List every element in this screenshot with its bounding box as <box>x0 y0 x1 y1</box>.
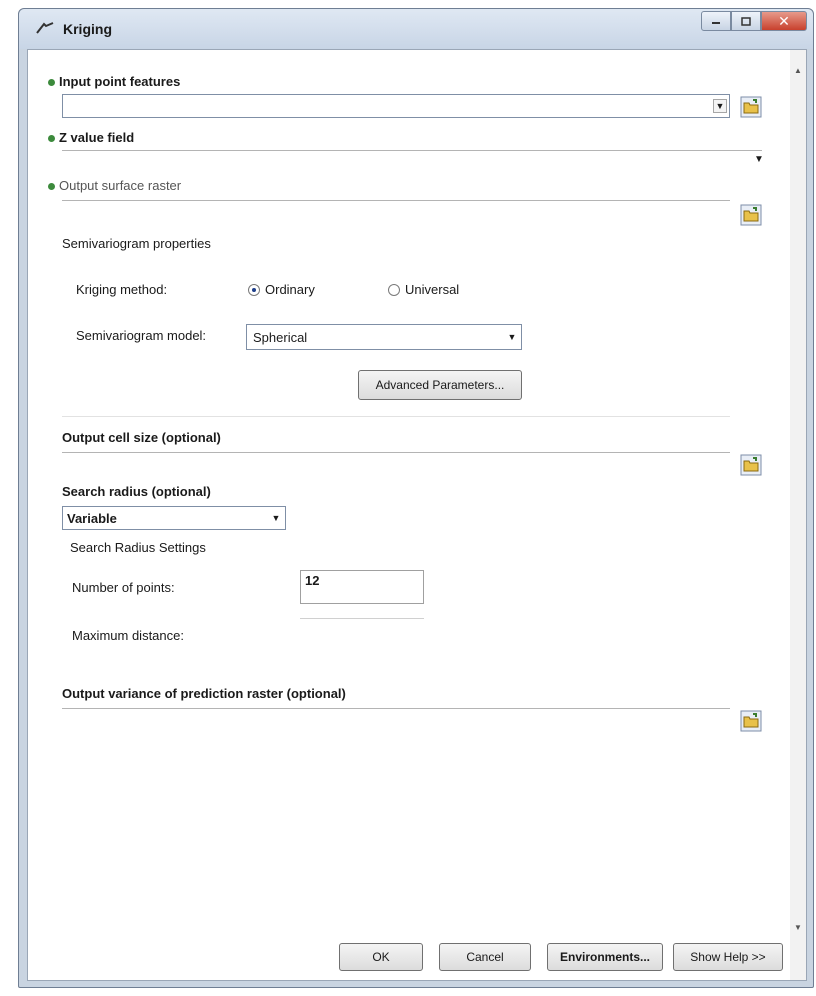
number-of-points-input[interactable]: 12 <box>300 570 424 604</box>
kriging-method-label: Kriging method: <box>76 282 168 297</box>
ordinary-radio-label[interactable]: Ordinary <box>265 282 315 297</box>
window-title: Kriging <box>63 21 112 37</box>
folder-icon[interactable] <box>740 96 762 118</box>
output-surface-raster-label: Output surface raster <box>48 178 181 193</box>
ok-button[interactable]: OK <box>339 943 423 971</box>
output-cell-size-label: Output cell size (optional) <box>62 430 221 445</box>
dialog-content: ▲ ▼ Input point features ▼ Z value field… <box>27 49 807 981</box>
ordinary-radio[interactable] <box>248 284 260 296</box>
folder-icon[interactable] <box>740 454 762 476</box>
close-icon: ✕ <box>778 12 790 29</box>
input-point-features-combo[interactable]: ▼ <box>62 94 730 118</box>
output-variance-label: Output variance of prediction raster (op… <box>62 686 346 701</box>
required-bullet-icon <box>48 183 55 191</box>
minimize-button[interactable] <box>701 11 731 31</box>
required-bullet-icon <box>48 79 55 87</box>
folder-icon[interactable] <box>740 710 762 732</box>
search-radius-select[interactable]: Variable ▼ <box>62 506 286 530</box>
scroll-down-icon[interactable]: ▼ <box>794 923 802 932</box>
title-bar[interactable]: Kriging ✕ <box>19 9 813 49</box>
minimize-icon <box>712 22 720 24</box>
close-button[interactable]: ✕ <box>761 11 807 31</box>
folder-icon[interactable] <box>740 204 762 226</box>
scroll-up-icon[interactable]: ▲ <box>794 66 802 75</box>
show-help-button[interactable]: Show Help >> <box>673 943 783 971</box>
semivariogram-section-label: Semivariogram properties <box>62 236 211 251</box>
cancel-button[interactable]: Cancel <box>439 943 531 971</box>
advanced-parameters-button[interactable]: Advanced Parameters... <box>358 370 522 400</box>
universal-radio[interactable] <box>388 284 400 296</box>
number-of-points-label: Number of points: <box>72 580 175 595</box>
window-icon <box>36 22 54 34</box>
semivariogram-model-select[interactable]: Spherical ▼ <box>246 324 522 350</box>
dropdown-arrow-icon[interactable]: ▼ <box>505 330 519 344</box>
universal-radio-label[interactable]: Universal <box>405 282 459 297</box>
semivariogram-model-label: Semivariogram model: <box>76 328 207 343</box>
z-value-field-label: Z value field <box>48 130 134 145</box>
environments-button[interactable]: Environments... <box>547 943 663 971</box>
dropdown-arrow-icon[interactable]: ▼ <box>269 511 283 525</box>
maximize-button[interactable] <box>731 11 761 31</box>
kriging-dialog: Kriging ✕ ▲ ▼ Input point features ▼ Z v… <box>18 8 814 988</box>
input-point-features-label: Input point features <box>48 74 180 89</box>
dropdown-arrow-icon[interactable]: ▼ <box>754 154 764 165</box>
section-divider <box>62 416 730 417</box>
maximum-distance-input[interactable] <box>300 618 424 619</box>
output-variance-input[interactable] <box>62 708 730 709</box>
required-bullet-icon <box>48 135 55 143</box>
search-radius-label: Search radius (optional) <box>62 484 211 499</box>
maximize-icon <box>741 16 751 26</box>
output-cell-size-input[interactable] <box>62 452 730 453</box>
maximum-distance-label: Maximum distance: <box>72 628 184 643</box>
search-radius-settings-label: Search Radius Settings <box>70 540 206 555</box>
dropdown-arrow-icon[interactable]: ▼ <box>713 99 727 113</box>
output-surface-raster-input[interactable] <box>62 200 730 201</box>
z-value-field-input[interactable] <box>62 150 762 151</box>
vertical-scrollbar[interactable]: ▲ ▼ <box>790 50 806 980</box>
